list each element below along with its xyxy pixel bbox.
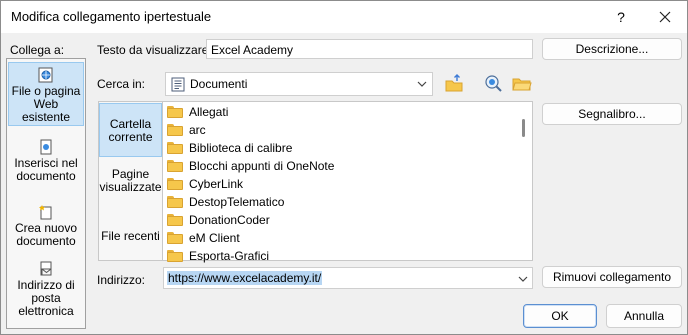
nav-recent-files[interactable]: File recenti bbox=[99, 230, 162, 246]
file-name: DestopTelematico bbox=[189, 195, 285, 209]
browse-nav: Cartella corrente Pagine visualizzate Fi… bbox=[98, 101, 163, 261]
remove-link-button[interactable]: Rimuovi collegamento bbox=[542, 266, 682, 288]
address-label: Indirizzo: bbox=[97, 273, 146, 287]
nav-current-folder[interactable]: Cartella corrente bbox=[99, 103, 162, 157]
sidebar-item-place-in-document[interactable]: Inserisci nel documento bbox=[8, 137, 84, 187]
close-button[interactable] bbox=[651, 5, 679, 29]
sidebar-item-create-new[interactable]: Crea nuovo documento bbox=[8, 202, 84, 252]
description-button[interactable]: Descrizione... bbox=[542, 38, 682, 60]
sidebar-item-existing-file[interactable]: File o pagina Web esistente bbox=[8, 62, 84, 126]
list-item[interactable]: DonationCoder bbox=[167, 211, 270, 229]
list-item[interactable]: DestopTelematico bbox=[167, 193, 284, 211]
file-list[interactable]: Allegati arc Biblioteca di calibre Blocc… bbox=[163, 101, 533, 263]
web-page-icon bbox=[38, 67, 53, 83]
folder-icon bbox=[167, 178, 183, 190]
folder-icon bbox=[167, 124, 183, 136]
address-value: https://www.excelacademy.it/ bbox=[167, 271, 323, 285]
list-item[interactable]: CyberLink bbox=[167, 175, 243, 193]
dialog-title: Modifica collegamento ipertestuale bbox=[11, 9, 212, 24]
file-name: Biblioteca di calibre bbox=[189, 141, 293, 155]
documents-folder-icon bbox=[171, 77, 185, 92]
file-name: CyberLink bbox=[189, 177, 244, 191]
sidebar-item-label: Crea nuovo documento bbox=[14, 221, 78, 248]
close-icon bbox=[659, 11, 671, 23]
hyperlink-dialog: Modifica collegamento ipertestuale ? Col… bbox=[0, 0, 688, 335]
open-folder-icon bbox=[512, 78, 532, 91]
file-name: Esporta-Grafici bbox=[189, 249, 270, 263]
new-document-icon bbox=[39, 205, 52, 220]
help-icon: ? bbox=[617, 9, 625, 25]
display-text-label: Testo da visualizzare: bbox=[97, 43, 212, 57]
chevron-down-icon bbox=[417, 81, 427, 87]
address-field[interactable]: https://www.excelacademy.it/ bbox=[163, 267, 533, 289]
ok-button[interactable]: OK bbox=[523, 304, 597, 328]
list-item[interactable]: Blocchi appunti di OneNote bbox=[167, 157, 334, 175]
document-place-icon bbox=[40, 139, 52, 155]
cancel-button[interactable]: Annulla bbox=[606, 304, 682, 328]
display-text-field[interactable]: Excel Academy bbox=[206, 39, 533, 59]
list-item[interactable]: arc bbox=[167, 121, 206, 139]
folder-icon bbox=[167, 160, 183, 172]
sidebar-item-label: File o pagina Web esistente bbox=[11, 84, 81, 124]
folder-up-icon bbox=[445, 74, 463, 92]
email-icon bbox=[40, 261, 52, 276]
help-button[interactable]: ? bbox=[607, 5, 635, 29]
nav-browsed-pages[interactable]: Pagine visualizzate bbox=[99, 168, 162, 198]
file-name: eM Client bbox=[189, 231, 240, 245]
up-folder-button[interactable] bbox=[442, 72, 466, 96]
file-name: Blocchi appunti di OneNote bbox=[189, 159, 335, 173]
file-name: Allegati bbox=[189, 105, 229, 119]
browse-web-icon bbox=[485, 75, 502, 92]
folder-icon bbox=[167, 142, 183, 154]
sidebar-item-email[interactable]: Indirizzo di posta elettronica bbox=[8, 259, 84, 323]
title-bar: Modifica collegamento ipertestuale ? bbox=[1, 1, 687, 33]
folder-icon bbox=[167, 232, 183, 244]
look-in-dropdown[interactable]: Documenti bbox=[165, 72, 433, 96]
look-in-value: Documenti bbox=[190, 77, 248, 91]
folder-icon bbox=[167, 250, 183, 262]
chevron-down-icon bbox=[518, 276, 528, 282]
folder-icon bbox=[167, 196, 183, 208]
folder-icon bbox=[167, 106, 183, 118]
folder-icon bbox=[167, 214, 183, 226]
display-text-value: Excel Academy bbox=[211, 43, 294, 57]
link-to-sidebar: File o pagina Web esistente Inserisci ne… bbox=[6, 58, 86, 329]
sidebar-item-label: Inserisci nel documento bbox=[14, 156, 78, 183]
list-item[interactable]: Biblioteca di calibre bbox=[167, 139, 292, 157]
bookmark-button[interactable]: Segnalibro... bbox=[542, 103, 682, 125]
file-name: arc bbox=[189, 123, 206, 137]
browse-file-button[interactable] bbox=[510, 72, 534, 96]
list-item[interactable]: Esporta-Grafici bbox=[167, 247, 269, 265]
look-in-label: Cerca in: bbox=[97, 77, 146, 91]
file-name: DonationCoder bbox=[189, 213, 270, 227]
sidebar-item-label: Indirizzo di posta elettronica bbox=[17, 278, 75, 318]
file-list-scrollbar[interactable] bbox=[522, 119, 525, 137]
list-item[interactable]: eM Client bbox=[167, 229, 240, 247]
link-to-label: Collega a: bbox=[10, 43, 65, 57]
list-item[interactable]: Allegati bbox=[167, 103, 228, 121]
browse-web-button[interactable] bbox=[482, 72, 506, 96]
